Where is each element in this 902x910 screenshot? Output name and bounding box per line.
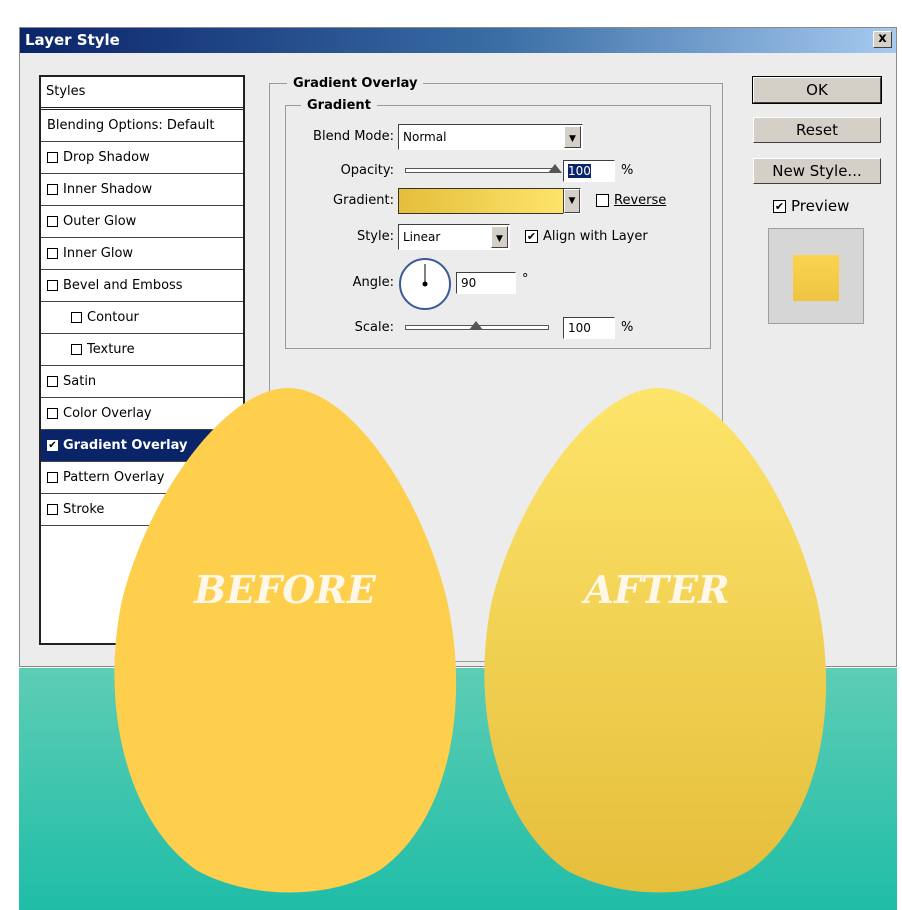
after-egg — [484, 388, 827, 893]
after-label: AFTER — [581, 567, 729, 612]
egg-comparison-overlay: BEFORE AFTER — [114, 388, 827, 893]
before-egg — [114, 388, 457, 893]
before-label: BEFORE — [193, 567, 377, 612]
